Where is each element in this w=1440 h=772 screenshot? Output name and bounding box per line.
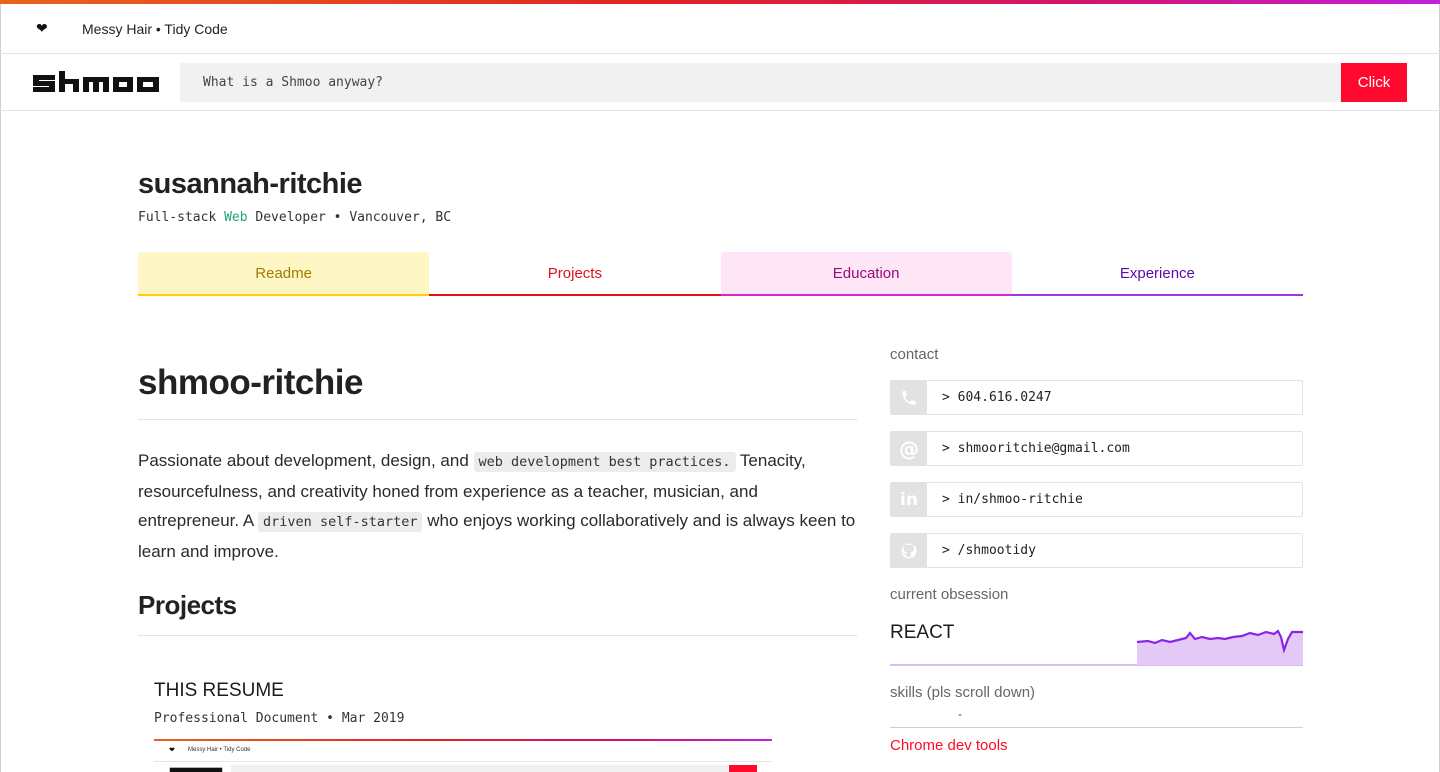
linkedin-icon: in xyxy=(891,483,927,516)
tab-readme[interactable]: Readme xyxy=(138,252,430,296)
tab-projects[interactable]: Projects xyxy=(429,252,721,296)
subtitle-prefix: Full-stack xyxy=(138,210,225,225)
search-input[interactable] xyxy=(180,63,1341,102)
readme-title: shmoo-ritchie xyxy=(138,363,363,402)
contact-github[interactable]: > /shmootidy xyxy=(890,533,1303,568)
skills-dash: - xyxy=(958,707,962,721)
bio-paragraph: Passionate about development, design, an… xyxy=(138,446,857,566)
bio-code-1: web development best practices. xyxy=(473,452,736,472)
window-border-left xyxy=(0,4,1,772)
site-header: Click xyxy=(0,53,1440,111)
tab-experience[interactable]: Experience xyxy=(1011,252,1303,296)
contact-label: contact xyxy=(890,346,939,363)
thumbnail-divider xyxy=(154,761,772,762)
tab-education[interactable]: Education xyxy=(720,252,1012,296)
site-tagline: Messy Hair • Tidy Code xyxy=(82,21,228,37)
heart-icon: ❤ xyxy=(169,747,175,754)
skills-divider xyxy=(890,727,1303,728)
contact-phone-text: > 604.616.0247 xyxy=(942,390,1052,405)
projects-heading: Projects xyxy=(138,590,237,620)
profile-subtitle: Full-stack Web Developer • Vancouver, BC xyxy=(138,210,451,225)
thumbnail-logo xyxy=(169,767,223,772)
skills-label: skills (pls scroll down) xyxy=(890,684,1036,701)
project-title[interactable]: THIS RESUME xyxy=(154,680,284,702)
at-icon: @ xyxy=(891,432,927,465)
contact-phone[interactable]: > 604.616.0247 xyxy=(890,380,1303,415)
thumbnail-tagline: Messy Hair • Tidy Code xyxy=(188,747,251,753)
search-button[interactable]: Click xyxy=(1341,63,1407,102)
github-icon xyxy=(891,534,927,567)
mini-header: ❤ Messy Hair • Tidy Code xyxy=(0,4,1440,53)
subtitle-suffix: Developer • Vancouver, BC xyxy=(247,210,452,225)
contact-github-text: > /shmootidy xyxy=(942,543,1036,558)
section-tabs: Readme Projects Education Experience xyxy=(138,252,1303,296)
thumbnail-button xyxy=(729,765,757,772)
bio-text-1: Passionate about development, design, an… xyxy=(138,451,474,470)
subtitle-accent: Web xyxy=(224,210,248,225)
shmoo-logo[interactable] xyxy=(33,71,159,95)
phone-icon xyxy=(891,381,927,414)
contact-email-text: > shmooritchie@gmail.com xyxy=(942,441,1130,456)
bio-code-2: driven self-starter xyxy=(258,512,423,532)
divider xyxy=(138,635,857,636)
thumbnail-search xyxy=(231,765,728,772)
contact-email[interactable]: @ > shmooritchie@gmail.com xyxy=(890,431,1303,466)
obsession-label: current obsession xyxy=(890,586,1009,603)
divider xyxy=(138,419,857,420)
project-subtitle: Professional Document • Mar 2019 xyxy=(154,711,405,726)
contact-linkedin-text: > in/shmoo-ritchie xyxy=(942,492,1083,507)
contact-linkedin[interactable]: in > in/shmoo-ritchie xyxy=(890,482,1303,517)
skill-link-chrome-dev-tools[interactable]: Chrome dev tools xyxy=(890,737,1008,754)
obsession-value: REACT xyxy=(890,622,955,643)
profile-name: susannah-ritchie xyxy=(138,168,363,200)
heart-icon: ❤ xyxy=(36,20,48,36)
thumbnail-gradient-bar xyxy=(154,739,772,741)
project-thumbnail[interactable]: ❤ Messy Hair • Tidy Code xyxy=(154,739,772,772)
